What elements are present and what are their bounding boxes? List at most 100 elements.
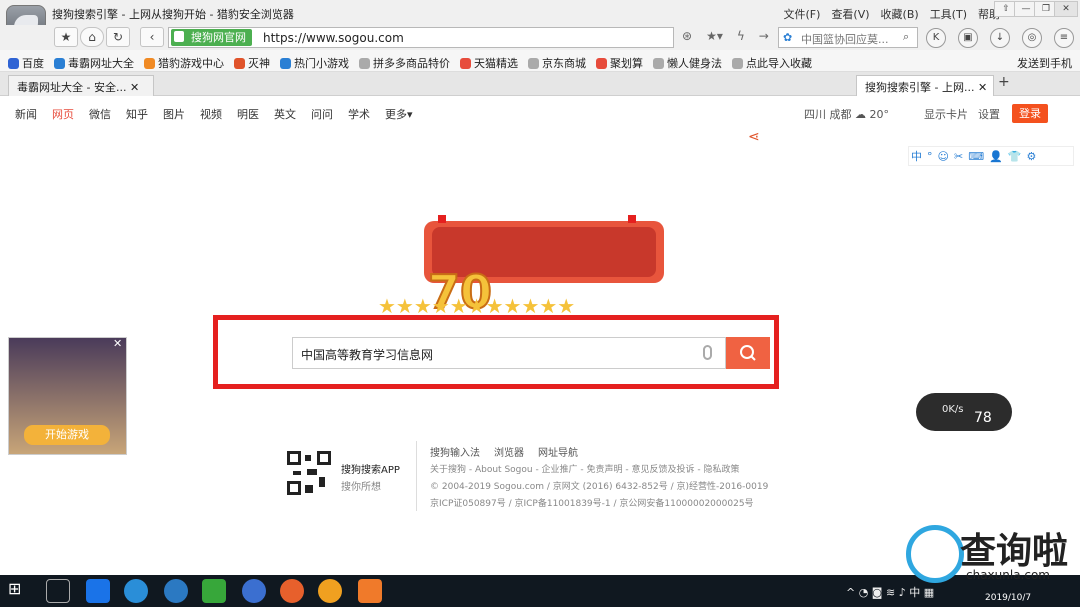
menu-file[interactable]: 文件(F): [784, 6, 821, 22]
bookmark-label: 天猫精选: [474, 57, 518, 70]
url-field[interactable]: 搜狗网官网 https://www.sogou.com: [168, 27, 674, 48]
anniversary-doodle[interactable]: 70 ★★★★★★★★★★★: [372, 213, 702, 319]
lightning-icon[interactable]: ϟ: [737, 29, 745, 43]
iqiyi-icon[interactable]: [202, 579, 226, 603]
nav-item[interactable]: 新闻: [15, 106, 37, 122]
tab-sogou[interactable]: 搜狗搜索引擎 - 上网... ✕: [856, 75, 994, 96]
watermark-url: chaxunla.com: [966, 568, 1050, 582]
nav-item[interactable]: 网页: [52, 106, 74, 122]
bookmark-item[interactable]: 聚划算: [596, 55, 643, 71]
close-icon[interactable]: ✕: [978, 81, 987, 94]
footer-icp-line: 京ICP证050897号 / 京ICP备11001839号-1 / 京公网安备1…: [430, 499, 754, 509]
bookmark-item[interactable]: 点此导入收藏: [732, 55, 812, 71]
nav-item[interactable]: 知乎: [126, 106, 148, 122]
ime-tool-icon[interactable]: °: [927, 150, 933, 163]
ime-tool-icon[interactable]: 中: [911, 148, 922, 164]
back-icon[interactable]: ‹: [140, 27, 164, 47]
menu-favorites[interactable]: 收藏(B): [881, 6, 919, 22]
firefox-icon[interactable]: [280, 579, 304, 603]
cheetah-browser-icon[interactable]: [318, 579, 342, 603]
close-window-button[interactable]: ✕: [1054, 1, 1078, 17]
clock: 2019/10/7: [985, 593, 1032, 603]
title-bar: 搜狗搜索引擎 - 上网从搜狗开始 - 猎豹安全浏览器 文件(F) 查看(V) 收…: [0, 0, 1080, 25]
speed-widget[interactable]: [916, 393, 1012, 431]
k-app-icon[interactable]: [242, 579, 266, 603]
nav-item[interactable]: 更多▾: [385, 106, 413, 122]
app-title[interactable]: 搜狗搜索APP: [341, 461, 400, 476]
nav-item[interactable]: 学术: [348, 106, 370, 122]
nav-item[interactable]: 视频: [200, 106, 222, 122]
url-actions: ⊛ ★▾ ϟ →: [682, 29, 769, 43]
menu-view[interactable]: 查看(V): [831, 6, 869, 22]
bookmark-item[interactable]: 猎豹游戏中心: [144, 55, 224, 71]
bookmark-item[interactable]: 灭神: [234, 55, 270, 71]
address-toolbar: ★ ⌂ ↻ ‹ 搜狗网官网 https://www.sogou.com ⊛ ★▾…: [0, 25, 1080, 50]
login-button[interactable]: 登录: [1012, 104, 1048, 123]
bookmark-item[interactable]: 懒人健身法: [653, 55, 722, 71]
nav-item[interactable]: 英文: [274, 106, 296, 122]
weather-widget[interactable]: 四川 成都 ☁ 20°: [804, 106, 889, 122]
send-to-phone[interactable]: 发送到手机: [1017, 55, 1072, 71]
footer-link-ime[interactable]: 搜狗输入法: [430, 444, 480, 459]
bookmark-item[interactable]: 天猫精选: [460, 55, 518, 71]
search-button[interactable]: [726, 337, 770, 369]
bookmark-item[interactable]: 百度: [8, 55, 44, 71]
task-view-icon[interactable]: [46, 579, 70, 603]
menu-icon[interactable]: ≡: [1054, 28, 1074, 48]
menu-tools[interactable]: 工具(T): [930, 6, 967, 22]
bookmark-icon: [280, 57, 291, 69]
footer-link-browser[interactable]: 浏览器: [494, 444, 524, 459]
bookmark-icon: [54, 57, 65, 69]
bookmark-label: 京东商城: [542, 57, 586, 70]
ime-tool-icon[interactable]: 👕: [1008, 150, 1022, 163]
game-icon[interactable]: ◎: [1022, 28, 1042, 48]
bookmark-icon: [359, 57, 370, 69]
show-card-link[interactable]: 显示卡片: [924, 106, 968, 122]
windows-start-icon[interactable]: ⊞: [8, 579, 32, 603]
new-tab-button[interactable]: +: [998, 74, 1010, 90]
ime-tool-icon[interactable]: ⚙: [1026, 150, 1036, 163]
bookmark-item[interactable]: 毒霸网址大全: [54, 55, 134, 71]
ime-tool-icon[interactable]: ✂: [954, 150, 963, 163]
forward-icon[interactable]: →: [759, 29, 769, 43]
ime-tool-icon[interactable]: ☺: [938, 150, 949, 163]
nav-item[interactable]: 明医: [237, 106, 259, 122]
footer-link-nav[interactable]: 网址导航: [538, 444, 578, 459]
search-input[interactable]: 中国高等教育学习信息网: [292, 337, 726, 369]
bookmark-item[interactable]: 拼多多商品特价: [359, 55, 450, 71]
ad-start-button[interactable]: 开始游戏: [24, 425, 110, 445]
system-tray[interactable]: ^ ◔ ◙ ≋ ♪ 中 ▦: [846, 584, 934, 600]
bookmark-item[interactable]: 热门小游戏: [280, 55, 349, 71]
home-icon[interactable]: ⌂: [80, 27, 104, 47]
ie-icon[interactable]: [86, 579, 110, 603]
bookmark-icon: [596, 57, 607, 69]
shop-icon[interactable]: [358, 579, 382, 603]
favorite-dropdown-icon[interactable]: ★▾: [706, 29, 723, 43]
footer-about-line[interactable]: 关于搜狗 - About Sogou - 企业推广 - 免责声明 - 意见反馈及…: [430, 462, 739, 475]
sogou-icon[interactable]: [124, 579, 148, 603]
nav-item[interactable]: 微信: [89, 106, 111, 122]
search-icon[interactable]: ⌕: [903, 30, 909, 44]
k-icon[interactable]: K: [926, 28, 946, 48]
bookmark-item[interactable]: 京东商城: [528, 55, 586, 71]
bookmark-label: 拼多多商品特价: [373, 57, 450, 70]
search-field[interactable]: ✿ 中国篮协回应莫... ⌕: [778, 27, 918, 48]
nav-item[interactable]: 问问: [311, 106, 333, 122]
settings-link[interactable]: 设置: [978, 106, 1000, 122]
star-icon[interactable]: ★: [54, 27, 78, 47]
close-icon[interactable]: ✕: [130, 81, 139, 94]
microphone-icon[interactable]: [703, 345, 712, 360]
refresh-icon[interactable]: ↻: [106, 27, 130, 47]
download-icon[interactable]: ↓: [990, 28, 1010, 48]
ime-tool-icon[interactable]: 👤: [989, 150, 1003, 163]
ime-tool-icon[interactable]: ⌨: [968, 150, 984, 163]
close-icon[interactable]: ✕: [113, 337, 122, 350]
lock-icon[interactable]: ▣: [958, 28, 978, 48]
share-icon[interactable]: ⋖: [748, 129, 760, 145]
url-text[interactable]: https://www.sogou.com: [263, 31, 404, 45]
browser-icon[interactable]: [164, 579, 188, 603]
compass-icon[interactable]: ⊛: [682, 29, 692, 43]
nav-item[interactable]: 图片: [163, 106, 185, 122]
tab-duba[interactable]: 毒霸网址大全 - 安全... ✕: [8, 75, 154, 96]
divider: [416, 441, 417, 511]
